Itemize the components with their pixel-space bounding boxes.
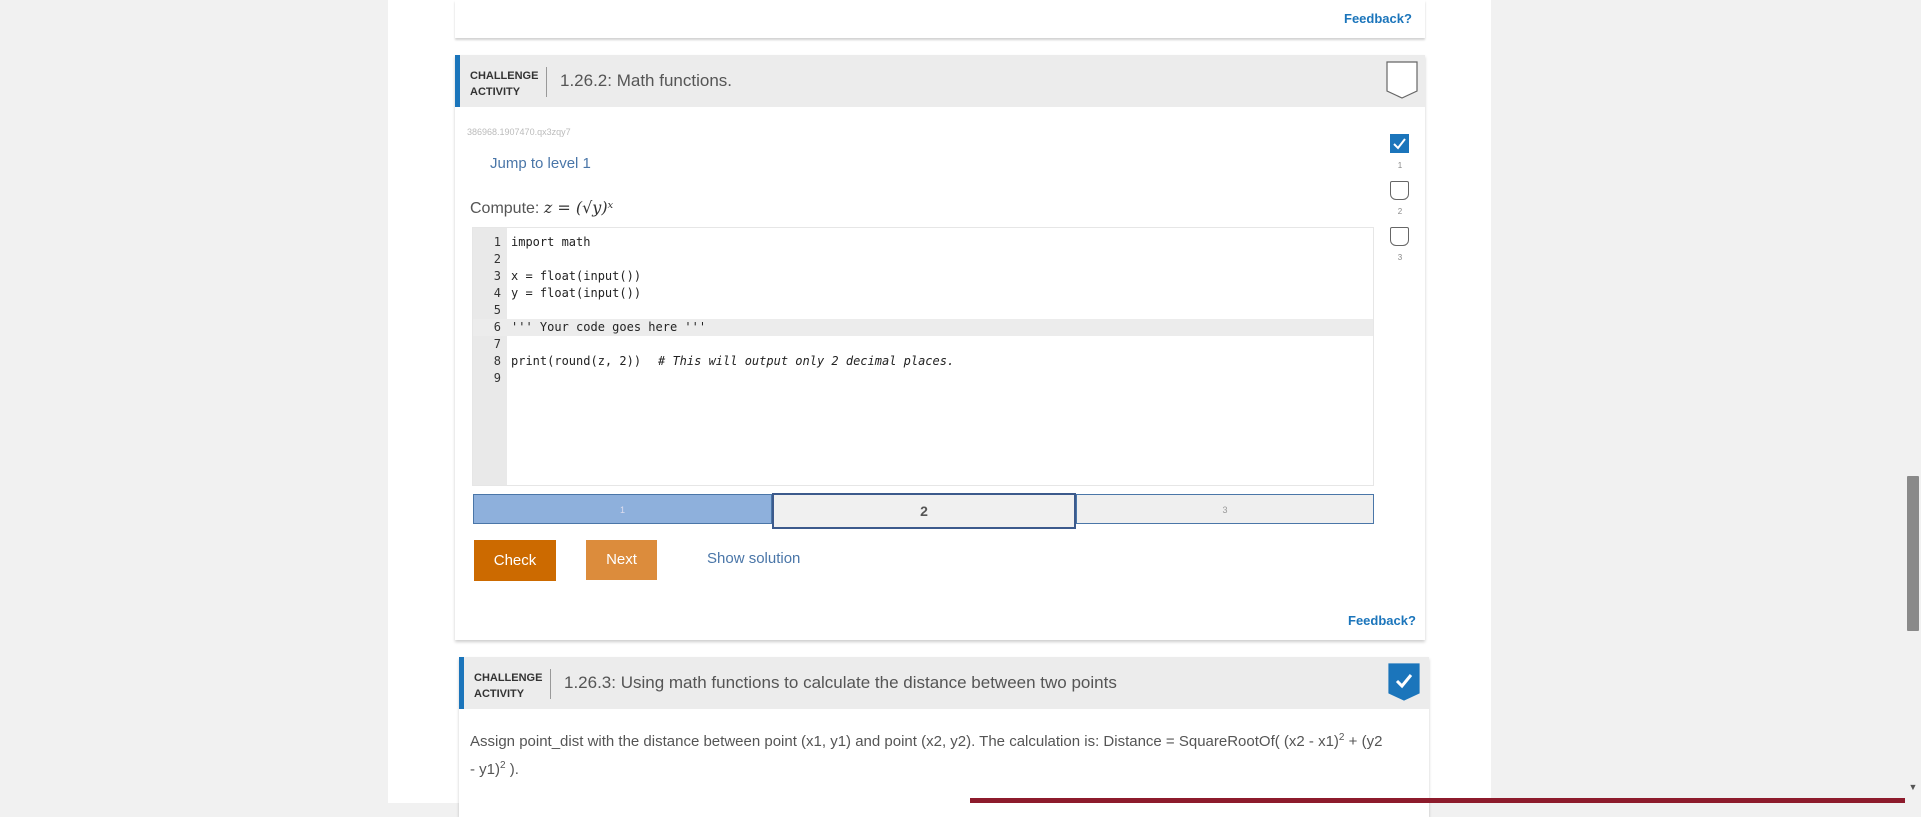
bookmark-icon[interactable] [1386, 61, 1418, 99]
line-number: 4 [493, 286, 501, 300]
activity-header: CHALLENGE ACTIVITY 1.26.3: Using math fu… [459, 657, 1429, 709]
previous-activity-card: Feedback? [455, 0, 1425, 38]
activity-title: 1.26.3: Using math functions to calculat… [564, 673, 1117, 692]
code-line[interactable]: 9 [473, 370, 1373, 387]
line-number: 7 [493, 337, 501, 351]
feedback-link[interactable]: Feedback? [1348, 613, 1416, 628]
level-number: 3 [1397, 253, 1403, 262]
code-line[interactable]: 1 import math [473, 234, 1373, 251]
line-number: 1 [493, 235, 501, 249]
code-text: x = float(input()) [511, 269, 642, 283]
code-editor[interactable]: 1 import math 2 3 x = float(input()) 4 y… [472, 227, 1374, 486]
compute-prompt: Compute: z = (√y)ˣ [470, 198, 613, 218]
compute-formula: z = (√y)ˣ [543, 198, 614, 217]
code-line[interactable]: 4 y = float(input()) [473, 285, 1373, 302]
show-solution-link[interactable]: Show solution [707, 550, 800, 567]
badge-line-1: CHALLENGE [470, 70, 539, 82]
activity-description: Assign point_dist with the distance betw… [470, 726, 1390, 782]
level-progress-bar: 1 2 3 [473, 493, 1374, 529]
code-text: print(round(z, 2)) [511, 354, 642, 368]
level-segment-2[interactable]: 2 [772, 493, 1076, 529]
level-segment-1[interactable]: 1 [473, 494, 772, 524]
badge-line-2: ACTIVITY [470, 86, 521, 98]
badge-line-2: ACTIVITY [474, 688, 525, 700]
line-number: 6 [493, 320, 501, 334]
code-line[interactable]: 3 x = float(input()) [473, 268, 1373, 285]
bottom-accent-bar [970, 798, 1905, 803]
check-button[interactable]: Check [474, 540, 556, 581]
badge-line-1: CHALLENGE [474, 672, 543, 684]
activity-title: 1.26.2: Math functions. [560, 71, 732, 90]
level-segment-3[interactable]: 3 [1076, 494, 1374, 524]
code-line[interactable]: 7 [473, 336, 1373, 353]
code-line[interactable]: 5 [473, 302, 1373, 319]
desc-text: Assign point_dist with the distance betw… [470, 733, 1339, 750]
activity-id: 386968.1907470.qx3zqy7 [467, 127, 571, 137]
scrollbar-track[interactable] [1905, 0, 1921, 803]
level-1-checkbox[interactable] [1390, 134, 1409, 153]
code-text: import math [511, 235, 591, 249]
code-line-active[interactable]: 6 ''' Your code goes here ''' [473, 319, 1373, 336]
activity-badge: CHALLENGE ACTIVITY [470, 68, 538, 100]
line-number: 3 [493, 269, 501, 283]
code-line[interactable]: 2 [473, 251, 1373, 268]
code-text: ''' Your code goes here ''' [511, 320, 707, 334]
code-line[interactable]: 8 print(round(z, 2)) # This will output … [473, 353, 1373, 370]
line-number: 8 [493, 354, 501, 368]
level-3-checkbox[interactable] [1390, 227, 1409, 246]
scroll-down-arrow-icon[interactable]: ▼ [1907, 781, 1919, 793]
activity-header: CHALLENGE ACTIVITY 1.26.2: Math function… [455, 55, 1425, 107]
feedback-link[interactable]: Feedback? [1344, 11, 1412, 26]
header-divider [550, 669, 551, 699]
level-number: 1 [1397, 161, 1403, 170]
level-number: 2 [1397, 207, 1403, 216]
line-number: 2 [493, 252, 501, 266]
checkmark-icon [1393, 138, 1406, 150]
level-2-checkbox[interactable] [1390, 181, 1409, 200]
desc-text: ). [505, 761, 519, 778]
code-text: y = float(input()) [511, 286, 642, 300]
compute-label: Compute: [470, 200, 540, 217]
next-button[interactable]: Next [586, 540, 657, 580]
activity-badge: CHALLENGE ACTIVITY [474, 670, 542, 702]
bookmark-checked-icon[interactable] [1388, 663, 1420, 701]
code-comment: # This will output only 2 decimal places… [658, 354, 955, 368]
scrollbar-thumb[interactable] [1907, 476, 1919, 631]
jump-to-level-link[interactable]: Jump to level 1 [490, 155, 591, 172]
line-number: 5 [493, 303, 501, 317]
header-divider [546, 67, 547, 97]
line-number: 9 [493, 371, 501, 385]
